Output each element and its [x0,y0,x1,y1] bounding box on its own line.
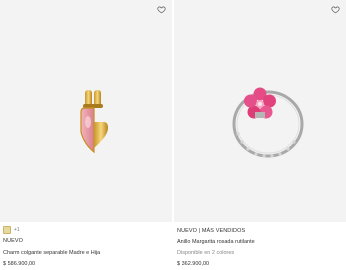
product-image-charm[interactable] [0,0,172,222]
product-grid: +1 NUEVO Charm colgante separable Madre … [0,0,346,270]
more-colors-count[interactable]: +1 [14,227,20,233]
product-price: $ 362.900,00 [177,261,210,267]
product-tag: NUEVO | MÁS VENDIDOS [177,228,246,234]
wishlist-button[interactable] [329,3,341,15]
swatch-gold[interactable] [3,226,11,234]
product-price: $ 586.900,00 [3,261,36,267]
heart-outline-icon [330,6,340,13]
daisy-ring-image [232,87,304,158]
wishlist-button[interactable] [155,3,167,15]
product-card-ring[interactable]: NUEVO | MÁS VENDIDOS Anillo Margarita ro… [174,0,346,270]
product-tag: NUEVO [3,238,24,244]
color-swatches: +1 [3,226,20,234]
product-image-ring[interactable] [174,0,346,222]
heart-outline-icon [156,6,166,13]
product-name[interactable]: Charm colgante separable Madre e Hija [3,250,100,256]
product-card-charm[interactable]: +1 NUEVO Charm colgante separable Madre … [0,0,172,270]
charm-pendant-image [80,90,108,154]
product-availability: Disponible en 2 colores [177,250,235,256]
product-name[interactable]: Anillo Margarita rosada rutilante [177,239,255,245]
